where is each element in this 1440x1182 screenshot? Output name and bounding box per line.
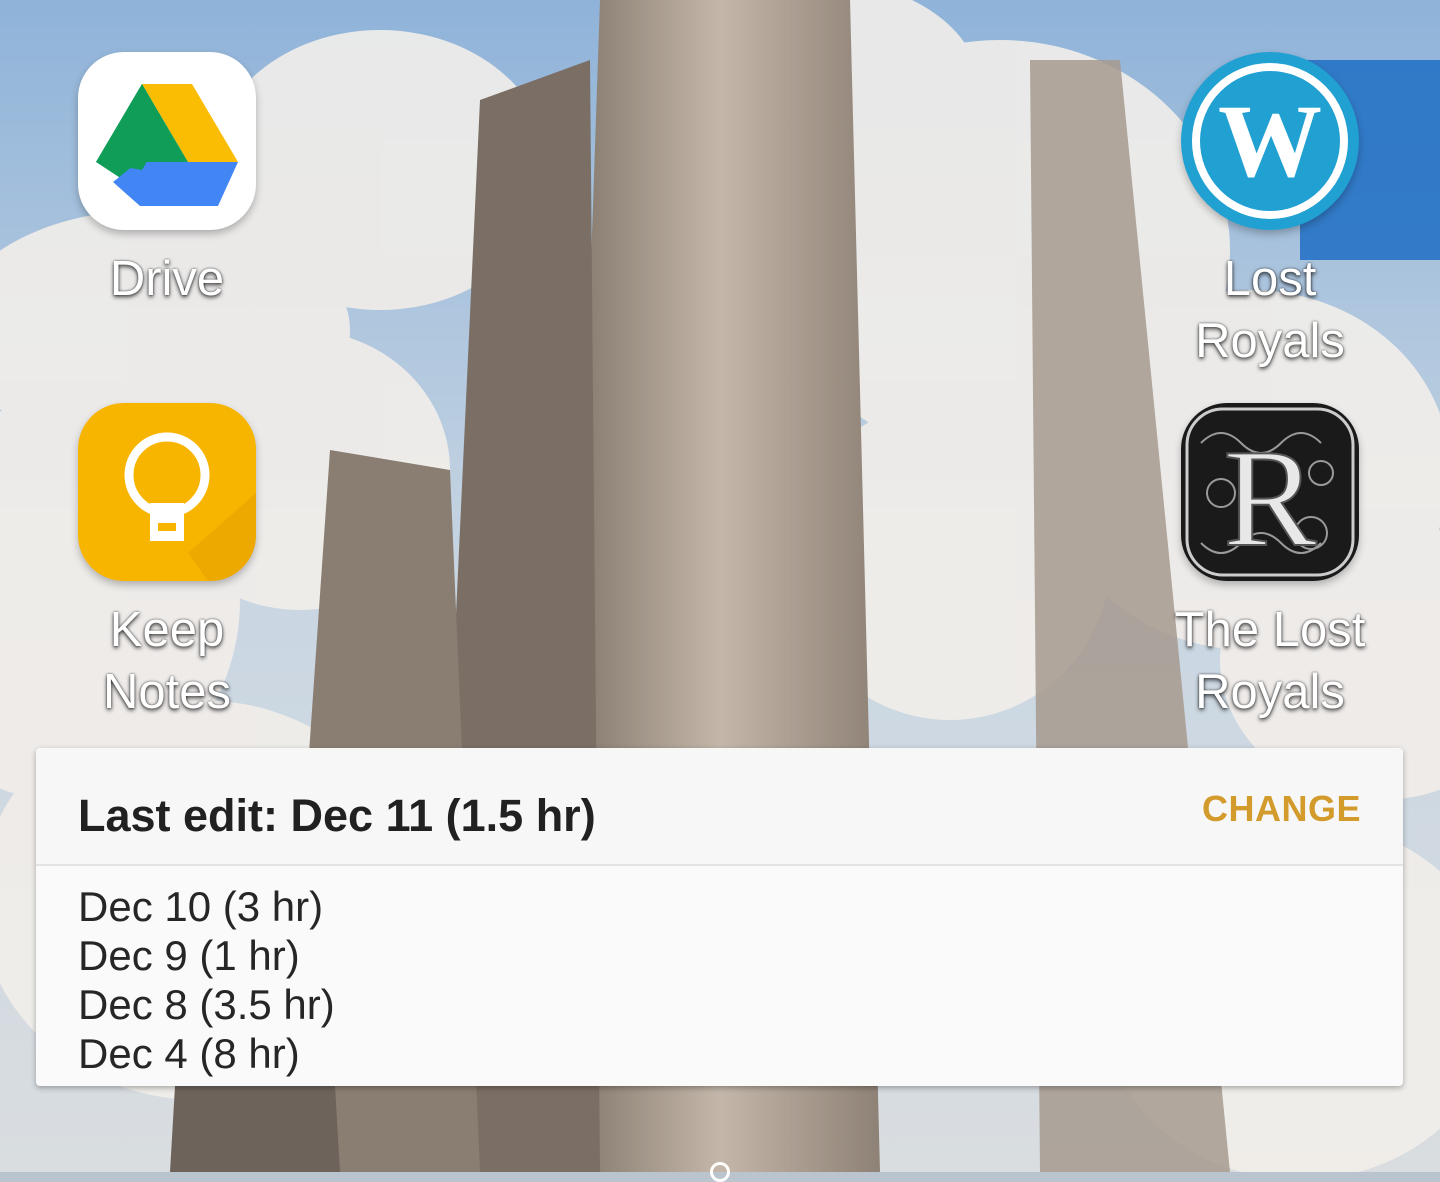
widget-header: Last edit: Dec 11 (1.5 hr) CHANGE: [36, 748, 1403, 866]
app-drive[interactable]: Drive: [47, 52, 287, 310]
change-button[interactable]: CHANGE: [1202, 788, 1361, 830]
svg-text:W: W: [1218, 84, 1322, 199]
widget-title: Last edit: Dec 11 (1.5 hr): [78, 790, 596, 841]
wordpress-icon: W: [1181, 52, 1359, 230]
last-edit-widget: Last edit: Dec 11 (1.5 hr) CHANGE Dec 10…: [36, 748, 1403, 1086]
app-keep-notes[interactable]: Keep Notes: [47, 403, 287, 723]
app-label-the-lost-royals: The Lost Royals: [1174, 603, 1366, 719]
app-lost-royals[interactable]: W Lost Royals: [1150, 52, 1390, 372]
app-label-keep-notes: Keep Notes: [102, 603, 231, 719]
list-item: Dec 10 (3 hr): [78, 883, 324, 930]
app-label-lost-royals: Lost Royals: [1195, 252, 1345, 368]
list-item: Dec 4 (8 hr): [78, 1030, 300, 1077]
svg-text:R: R: [1223, 421, 1317, 576]
app-label-drive: Drive: [109, 252, 225, 306]
list-item: Dec 9 (1 hr): [78, 932, 300, 979]
page-indicator: [710, 1162, 730, 1182]
google-drive-icon: [78, 52, 256, 230]
app-the-lost-royals[interactable]: R The Lost Royals: [1150, 403, 1390, 723]
lightbulb-icon: [78, 403, 256, 581]
list-item: Dec 3 (2 hr): [78, 1078, 1403, 1086]
edit-history-list[interactable]: Dec 10 (3 hr) Dec 9 (1 hr) Dec 8 (3.5 hr…: [36, 866, 1403, 1086]
list-item: Dec 8 (3.5 hr): [78, 981, 335, 1028]
ornate-letter-r-icon: R: [1181, 403, 1359, 581]
